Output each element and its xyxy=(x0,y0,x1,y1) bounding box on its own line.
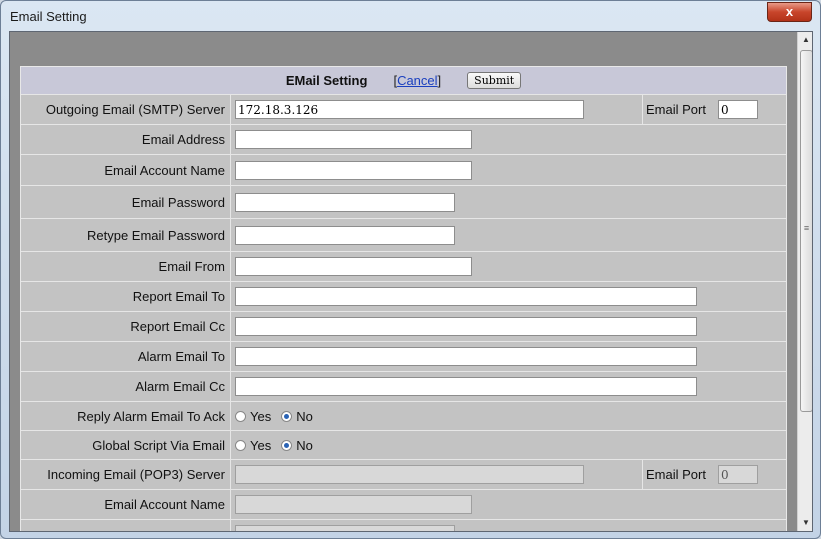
alarm-cc-label: Alarm Email Cc xyxy=(21,372,231,401)
global-script-row: Global Script Via Email Yes No xyxy=(21,431,786,460)
report-to-row: Report Email To xyxy=(21,282,786,312)
reply-alarm-yes-label: Yes xyxy=(250,408,272,424)
alarm-to-row: Alarm Email To xyxy=(21,342,786,372)
alarm-to-label: Alarm Email To xyxy=(21,342,231,371)
scroll-up-icon[interactable]: ▲ xyxy=(798,32,812,48)
pop3-password-cell-partial xyxy=(232,520,455,531)
scroll-thumb[interactable]: ≡ xyxy=(800,50,812,412)
global-script-cell: Yes No xyxy=(232,431,323,459)
global-script-yes-label: Yes xyxy=(250,437,272,453)
submit-button[interactable]: Submit xyxy=(467,72,522,89)
pop3-account-row: Email Account Name xyxy=(21,490,786,520)
password-input[interactable] xyxy=(235,192,455,212)
pop3-row: Incoming Email (POP3) Server Email Port xyxy=(21,460,786,490)
cancel-link[interactable]: Cancel xyxy=(397,73,437,88)
window-title: Email Setting xyxy=(10,9,87,24)
alarm-to-cell xyxy=(232,342,697,371)
vertical-scrollbar[interactable]: ▲ ≡ ▼ xyxy=(797,32,812,531)
email-address-label: Email Address xyxy=(21,125,231,154)
email-setting-window: Email Setting x EMail Setting [Cancel] S… xyxy=(0,0,821,539)
password-cell xyxy=(232,186,455,218)
password-row: Email Password xyxy=(21,186,786,219)
client-area: EMail Setting [Cancel] Submit Outgoing E… xyxy=(9,31,813,532)
global-script-yes-radio[interactable] xyxy=(235,439,246,451)
reply-alarm-yes-radio[interactable] xyxy=(235,410,246,422)
form-title: EMail Setting xyxy=(285,73,368,88)
cancel-link-wrapper: [Cancel] xyxy=(393,73,442,88)
global-script-no-label: No xyxy=(296,437,313,453)
scroll-down-icon[interactable]: ▼ xyxy=(798,515,812,531)
retype-password-input[interactable] xyxy=(235,225,455,245)
smtp-port-input[interactable] xyxy=(717,100,758,119)
email-from-label: Email From xyxy=(21,252,231,281)
email-setting-form: EMail Setting [Cancel] Submit Outgoing E… xyxy=(20,66,787,531)
title-bar[interactable]: Email Setting x xyxy=(1,1,820,31)
report-to-label: Report Email To xyxy=(21,282,231,311)
pop3-label: Incoming Email (POP3) Server xyxy=(21,460,231,489)
smtp-port-label: Email Port xyxy=(646,102,706,117)
password-label: Email Password xyxy=(21,186,231,218)
email-from-row: Email From xyxy=(21,252,786,282)
global-script-radio-group: Yes No xyxy=(235,438,323,453)
alarm-cc-cell xyxy=(232,372,697,401)
email-from-cell xyxy=(232,252,472,281)
alarm-to-input[interactable] xyxy=(235,347,697,366)
account-name-label: Email Account Name xyxy=(21,155,231,185)
retype-password-row: Retype Email Password xyxy=(21,219,786,252)
email-address-cell xyxy=(232,125,472,154)
reply-alarm-no-radio[interactable] xyxy=(281,410,293,422)
report-cc-row: Report Email Cc xyxy=(21,312,786,342)
pop3-port-input[interactable] xyxy=(717,465,758,484)
grip-icon: ≡ xyxy=(803,223,810,233)
email-address-input[interactable] xyxy=(235,130,472,149)
reply-alarm-cell: Yes No xyxy=(232,402,323,430)
account-name-cell xyxy=(232,155,472,185)
reply-alarm-no-label: No xyxy=(296,408,313,424)
pop3-account-cell xyxy=(232,490,472,519)
global-script-no-radio[interactable] xyxy=(281,439,293,451)
pop3-port-cell: Email Port xyxy=(642,460,786,489)
account-name-row: Email Account Name xyxy=(21,155,786,186)
email-address-row: Email Address xyxy=(21,125,786,155)
pop3-password-row-partial xyxy=(21,520,786,531)
alarm-cc-input[interactable] xyxy=(235,377,697,396)
global-script-label: Global Script Via Email xyxy=(21,431,231,459)
pop3-password-label-partial xyxy=(21,520,231,531)
pop3-account-label: Email Account Name xyxy=(21,490,231,519)
pop3-port-label: Email Port xyxy=(646,467,706,482)
pop3-password-input[interactable] xyxy=(235,525,455,531)
email-from-input[interactable] xyxy=(235,257,472,276)
reply-alarm-label: Reply Alarm Email To Ack xyxy=(21,402,231,430)
retype-password-label: Retype Email Password xyxy=(21,219,231,251)
pop3-field-cell xyxy=(232,460,584,489)
smtp-label: Outgoing Email (SMTP) Server xyxy=(21,95,231,124)
report-cc-label: Report Email Cc xyxy=(21,312,231,341)
pop3-server-input[interactable] xyxy=(235,465,584,484)
alarm-cc-row: Alarm Email Cc xyxy=(21,372,786,402)
report-cc-cell xyxy=(232,312,697,341)
smtp-port-cell: Email Port xyxy=(642,95,786,124)
retype-password-cell xyxy=(232,219,455,251)
smtp-row: Outgoing Email (SMTP) Server Email Port xyxy=(21,95,786,125)
report-to-input[interactable] xyxy=(235,287,697,306)
close-icon: x xyxy=(785,4,794,19)
pop3-account-input[interactable] xyxy=(235,495,472,514)
account-name-input[interactable] xyxy=(235,160,472,180)
report-cc-input[interactable] xyxy=(235,317,697,336)
form-header: EMail Setting [Cancel] Submit xyxy=(21,67,786,95)
smtp-field-cell xyxy=(232,95,584,124)
close-button[interactable]: x xyxy=(767,2,812,22)
reply-alarm-radio-group: Yes No xyxy=(235,409,323,424)
report-to-cell xyxy=(232,282,697,311)
smtp-server-input[interactable] xyxy=(235,100,584,119)
reply-alarm-row: Reply Alarm Email To Ack Yes No xyxy=(21,402,786,431)
